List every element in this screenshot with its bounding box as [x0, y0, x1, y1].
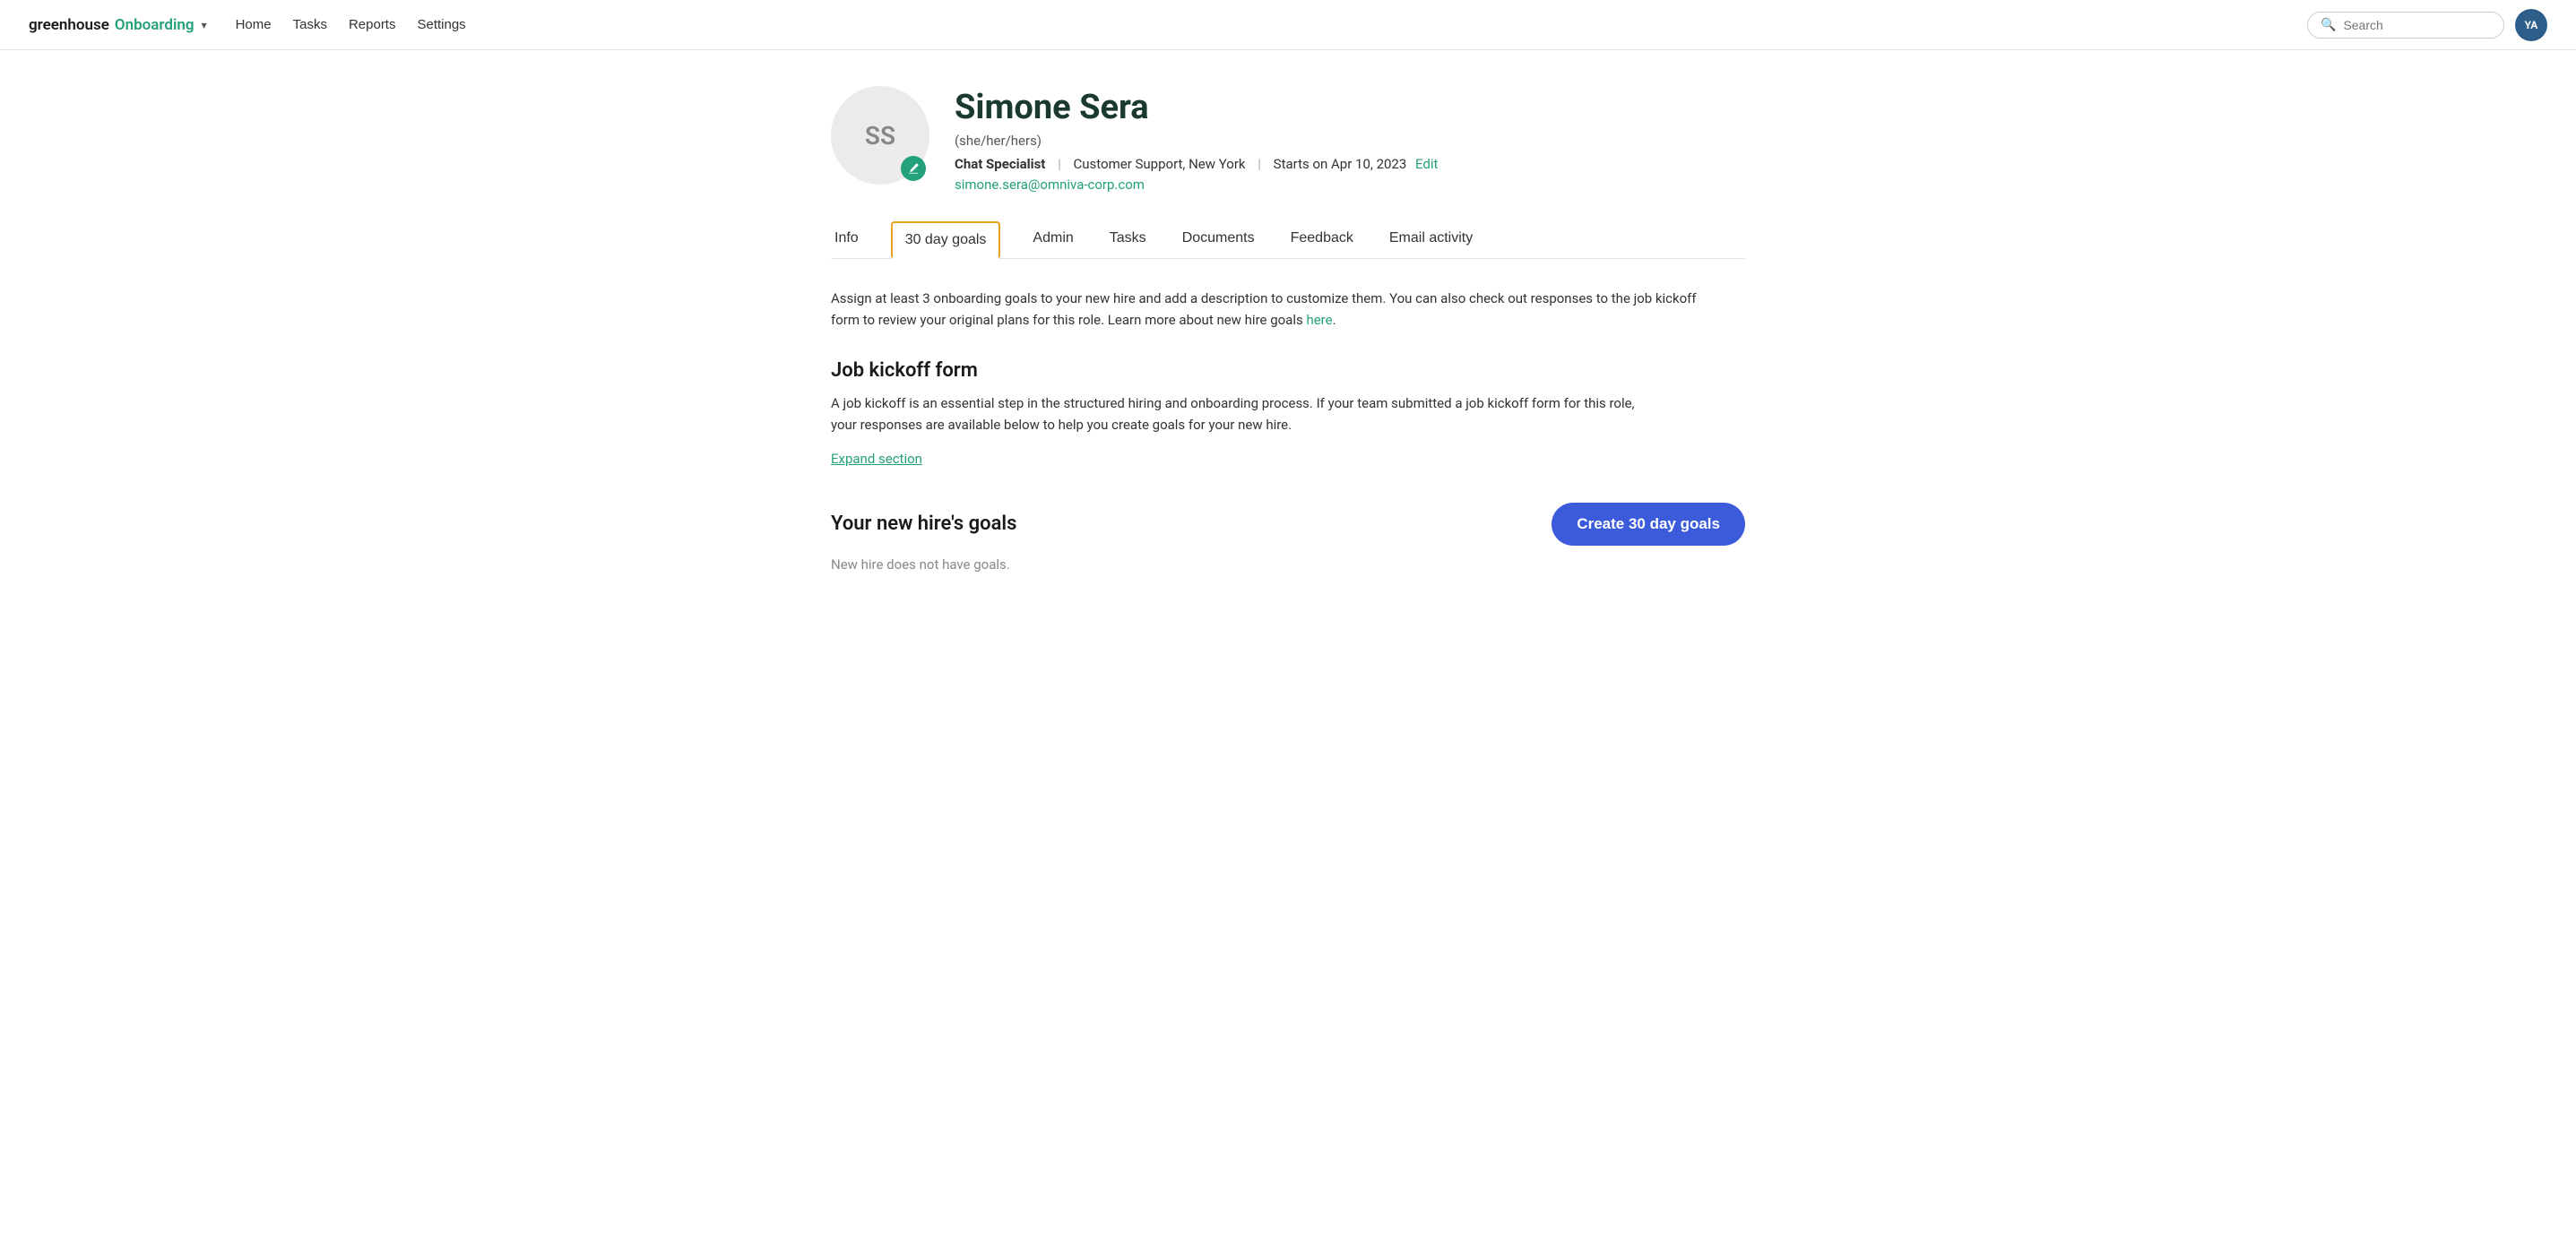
profile-info: Simone Sera (she/her/hers) Chat Speciali…: [955, 86, 1438, 193]
brand-greenhouse-text: greenhouse: [29, 16, 109, 34]
search-box[interactable]: 🔍: [2307, 12, 2504, 39]
profile-start-date: Starts on Apr 10, 2023: [1274, 156, 1407, 172]
brand-onboarding-text: Onboarding: [115, 16, 194, 34]
profile-pronouns: (she/her/hers): [955, 133, 1438, 149]
edit-profile-link[interactable]: Edit: [1415, 156, 1438, 172]
nav-links: Home Tasks Reports Settings: [236, 17, 2307, 32]
navbar: greenhouse Onboarding ▾ Home Tasks Repor…: [0, 0, 2576, 50]
main-content: SS Simone Sera (she/her/hers) Chat Speci…: [795, 50, 1781, 608]
here-link[interactable]: here: [1306, 312, 1332, 328]
search-input[interactable]: [2343, 18, 2491, 32]
no-goals-text: New hire does not have goals.: [831, 556, 1745, 573]
tab-tasks[interactable]: Tasks: [1106, 221, 1150, 259]
profile-department: Customer Support, New York: [1074, 156, 1246, 172]
create-30-day-goals-button[interactable]: Create 30 day goals: [1552, 503, 1745, 546]
meta-separator2: |: [1258, 156, 1261, 172]
nav-settings[interactable]: Settings: [417, 17, 465, 32]
nav-reports[interactable]: Reports: [349, 17, 396, 32]
chevron-down-icon[interactable]: ▾: [202, 19, 207, 31]
search-icon: 🔍: [2321, 18, 2336, 32]
meta-separator: |: [1058, 156, 1061, 172]
profile-avatar: SS: [831, 86, 929, 185]
user-avatar[interactable]: YA: [2515, 9, 2547, 41]
profile-section: SS Simone Sera (she/her/hers) Chat Speci…: [831, 86, 1745, 193]
nav-tasks[interactable]: Tasks: [293, 17, 327, 32]
expand-section-link[interactable]: Expand section: [831, 451, 922, 467]
tab-feedback[interactable]: Feedback: [1287, 221, 1357, 259]
tab-email-activity[interactable]: Email activity: [1386, 221, 1476, 259]
tab-documents[interactable]: Documents: [1179, 221, 1258, 259]
brand: greenhouse Onboarding ▾: [29, 16, 207, 34]
goals-row: Your new hire's goals Create 30 day goal…: [831, 503, 1745, 546]
profile-meta: Chat Specialist | Customer Support, New …: [955, 156, 1438, 172]
nav-home[interactable]: Home: [236, 17, 272, 32]
description-main: Assign at least 3 onboarding goals to yo…: [831, 290, 1697, 328]
profile-name: Simone Sera: [955, 90, 1438, 127]
tabs-bar: Info 30 day goals Admin Tasks Documents …: [831, 221, 1745, 259]
pencil-icon: [907, 162, 920, 175]
tab-info[interactable]: Info: [831, 221, 862, 259]
kickoff-body: A job kickoff is an essential step in th…: [831, 392, 1638, 435]
description-text: Assign at least 3 onboarding goals to yo…: [831, 288, 1727, 331]
profile-initials: SS: [865, 121, 895, 151]
tab-admin[interactable]: Admin: [1029, 221, 1076, 259]
tab-30-day-goals[interactable]: 30 day goals: [891, 221, 1001, 259]
kickoff-heading: Job kickoff form: [831, 359, 1745, 382]
edit-avatar-button[interactable]: [901, 156, 926, 181]
nav-right: 🔍 YA: [2307, 9, 2547, 41]
profile-job-title: Chat Specialist: [955, 156, 1045, 172]
profile-email-link[interactable]: simone.sera@omniva-corp.com: [955, 177, 1145, 193]
goals-heading: Your new hire's goals: [831, 513, 1016, 535]
